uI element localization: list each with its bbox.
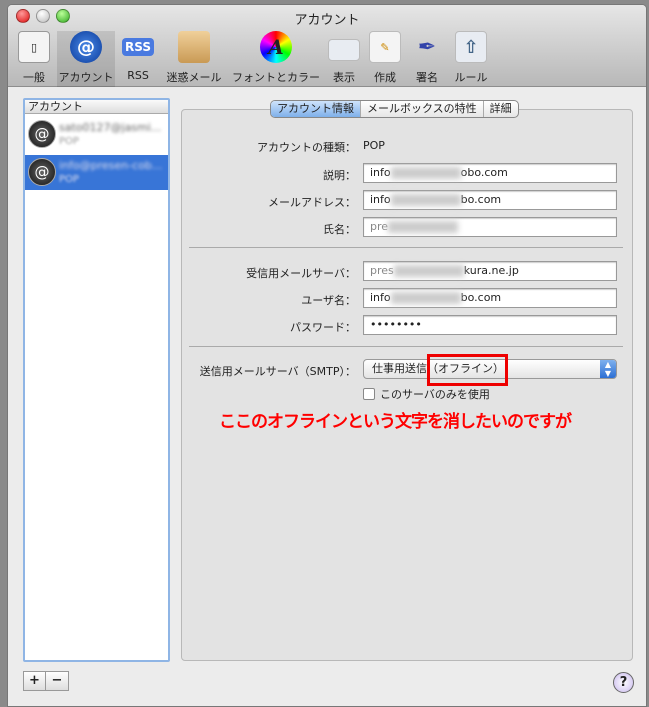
toolbar-label: 署名 bbox=[416, 71, 438, 84]
account-list[interactable]: アカウント @ sato0127@jasmi... POP @ info@presen… bbox=[23, 98, 170, 662]
toolbar-label: 作成 bbox=[374, 71, 396, 84]
rules-icon: ⇧ bbox=[455, 31, 487, 63]
account-type-label: アカウントの種類： bbox=[257, 141, 356, 154]
remove-account-button[interactable]: − bbox=[46, 672, 68, 690]
field-text: pres bbox=[370, 264, 394, 277]
account-name: sato0127@jasmi... bbox=[59, 121, 162, 134]
toolbar-label: 一般 bbox=[23, 71, 45, 84]
smtp-label: 送信用メールサーバ（SMTP）： bbox=[199, 365, 356, 378]
toolbar-label: ルール bbox=[454, 71, 488, 84]
divider bbox=[189, 247, 623, 248]
only-this-server-checkbox[interactable]: このサーバのみを使用 bbox=[363, 386, 490, 402]
description-label: 説明： bbox=[323, 169, 356, 182]
email-field[interactable]: info bo.com bbox=[363, 190, 617, 210]
window-title: アカウント bbox=[294, 13, 360, 28]
account-list-header: アカウント bbox=[25, 100, 168, 114]
toolbar-label: フォントとカラー bbox=[232, 71, 320, 84]
toolbar-rules[interactable]: ⇧ ルール bbox=[450, 31, 492, 85]
field-text: info bbox=[370, 193, 391, 206]
username-field[interactable]: info bo.com bbox=[363, 288, 617, 308]
account-type-value: POP bbox=[363, 139, 385, 152]
compose-icon: ✎ bbox=[369, 31, 401, 63]
account-type: POP bbox=[59, 136, 79, 147]
account-item[interactable]: @ sato0127@jasmi... POP bbox=[25, 117, 168, 152]
junk-icon bbox=[178, 31, 210, 63]
toolbar-fonts[interactable]: A フォントとカラー bbox=[228, 31, 324, 85]
incoming-server-field[interactable]: pres kura.ne.jp bbox=[363, 261, 617, 281]
highlight-box bbox=[427, 354, 508, 386]
add-account-button[interactable]: + bbox=[24, 672, 46, 690]
incoming-server-label: 受信用メールサーバ： bbox=[246, 267, 356, 280]
rss-icon: RSS bbox=[122, 38, 154, 56]
username-label: ユーザ名： bbox=[301, 294, 356, 307]
toolbar-rss[interactable]: RSS RSS bbox=[120, 31, 156, 82]
toolbar-general[interactable]: ▯ 一般 bbox=[12, 31, 56, 85]
field-text: kura.ne.jp bbox=[463, 264, 519, 277]
help-button[interactable]: ? bbox=[613, 672, 634, 693]
switch-icon: ▯ bbox=[18, 31, 50, 63]
field-text: bo.com bbox=[460, 193, 502, 206]
toolbar-accounts[interactable]: @ アカウント bbox=[57, 31, 115, 87]
title-bar: アカウント ▯ 一般 @ アカウント RSS RSS 迷惑メール A フォントとカラー … bbox=[8, 5, 646, 87]
checkbox-box[interactable] bbox=[363, 388, 375, 400]
popup-arrows-icon: ▲ ▼ bbox=[600, 360, 616, 378]
tab-mailbox-behaviors[interactable]: メールボックスの特性 bbox=[360, 101, 483, 117]
preferences-window: アカウント ▯ 一般 @ アカウント RSS RSS 迷惑メール A フォントとカラー … bbox=[7, 4, 647, 707]
checkbox-label: このサーバのみを使用 bbox=[380, 388, 490, 401]
view-icon bbox=[328, 39, 360, 61]
field-text: info bbox=[370, 166, 391, 179]
toolbar-view[interactable]: 表示 bbox=[326, 31, 362, 85]
field-text: pre bbox=[370, 220, 389, 233]
tab-account-info[interactable]: アカウント情報 bbox=[271, 101, 360, 117]
annotation-text: ここのオフラインという文字を消したいのですが bbox=[219, 412, 572, 432]
tab-bar: アカウント情報 メールボックスの特性 詳細 bbox=[270, 100, 519, 118]
toolbar-signature[interactable]: ✒ 署名 bbox=[409, 31, 445, 85]
toolbar-label: 表示 bbox=[333, 71, 355, 84]
font-color-icon: A bbox=[260, 31, 292, 63]
field-text: •••••••• bbox=[370, 318, 422, 331]
toolbar-label: 迷惑メール bbox=[166, 71, 222, 84]
field-text: info bbox=[370, 291, 391, 304]
tab-advanced[interactable]: 詳細 bbox=[482, 101, 518, 117]
full-name-field[interactable]: pre bbox=[363, 217, 617, 237]
toolbar-compose[interactable]: ✎ 作成 bbox=[367, 31, 403, 85]
divider bbox=[189, 346, 623, 347]
email-label: メールアドレス： bbox=[268, 196, 356, 209]
account-at-icon: @ bbox=[28, 158, 56, 186]
account-at-icon: @ bbox=[28, 120, 56, 148]
field-text: bo.com bbox=[460, 291, 502, 304]
password-field[interactable]: •••••••• bbox=[363, 315, 617, 335]
toolbar-label: アカウント bbox=[58, 71, 114, 84]
account-name: info@presen-cob... bbox=[59, 159, 163, 172]
description-field[interactable]: info obo.com bbox=[363, 163, 617, 183]
toolbar-label: RSS bbox=[127, 69, 149, 82]
account-item-selected[interactable]: @ info@presen-cob... POP bbox=[25, 155, 168, 190]
password-label: パスワード： bbox=[290, 321, 356, 334]
full-name-label: 氏名： bbox=[323, 223, 356, 236]
toolbar-junk[interactable]: 迷惑メール bbox=[162, 31, 226, 85]
account-type: POP bbox=[59, 174, 79, 185]
signature-icon: ✒ bbox=[417, 34, 437, 60]
field-text: obo.com bbox=[460, 166, 508, 179]
add-remove-buttons: + − bbox=[23, 671, 69, 691]
at-icon: @ bbox=[70, 31, 102, 63]
